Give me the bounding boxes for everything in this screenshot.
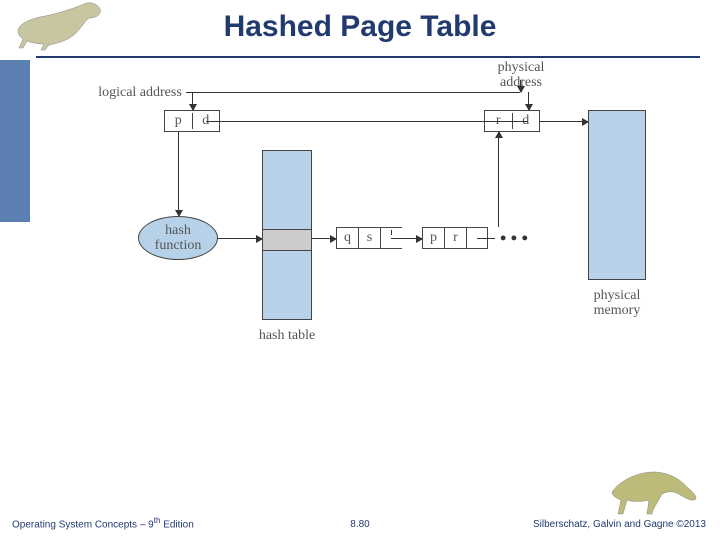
cover: [455, 226, 498, 227]
dino-icon: [610, 470, 698, 516]
line-d-to-d: [206, 121, 528, 122]
hash-function-label: hash function: [155, 223, 202, 254]
entry1-q: q: [337, 228, 359, 248]
entry2-r: r: [445, 228, 467, 248]
entry1-s: s: [359, 228, 381, 248]
label-hash-table: hash table: [250, 328, 324, 343]
page-title: Hashed Page Table: [0, 10, 720, 44]
hash-function: hash function: [138, 216, 218, 260]
arrow-into-logical: [192, 92, 193, 110]
label-logical-address: logical address: [80, 85, 200, 100]
chain-dots: • • •: [500, 228, 528, 249]
arrow-phys-addr-in: [520, 80, 521, 92]
title-rule: [36, 56, 700, 58]
arrow-entry1-to-entry2: [391, 238, 422, 239]
label-physical-memory: physical memory: [578, 288, 656, 319]
ptr1-dot: [391, 230, 392, 235]
physical-memory: [588, 110, 646, 280]
arrow-p-to-hashfn: [178, 132, 179, 216]
slide: Hashed Page Table logical address physic…: [0, 0, 720, 540]
arrow-r-up: [498, 132, 499, 227]
hash-table-slot: [263, 229, 311, 251]
arrow-hashfn-to-table: [218, 238, 262, 239]
footer-right: Silberschatz, Galvin and Gagne ©2013: [533, 519, 706, 530]
line-entry2-out: [477, 238, 495, 239]
logical-p: p: [165, 113, 193, 129]
entry2-p: p: [423, 228, 445, 248]
arrow-d-down: [528, 92, 529, 110]
sidebar-accent: [0, 60, 30, 222]
hash-table: [262, 150, 312, 320]
diagram: logical address physical address p d r d…: [100, 80, 660, 420]
arrow-to-mem: [540, 121, 588, 122]
line: [186, 92, 520, 93]
arrow-slot-to-entry1: [312, 238, 336, 239]
